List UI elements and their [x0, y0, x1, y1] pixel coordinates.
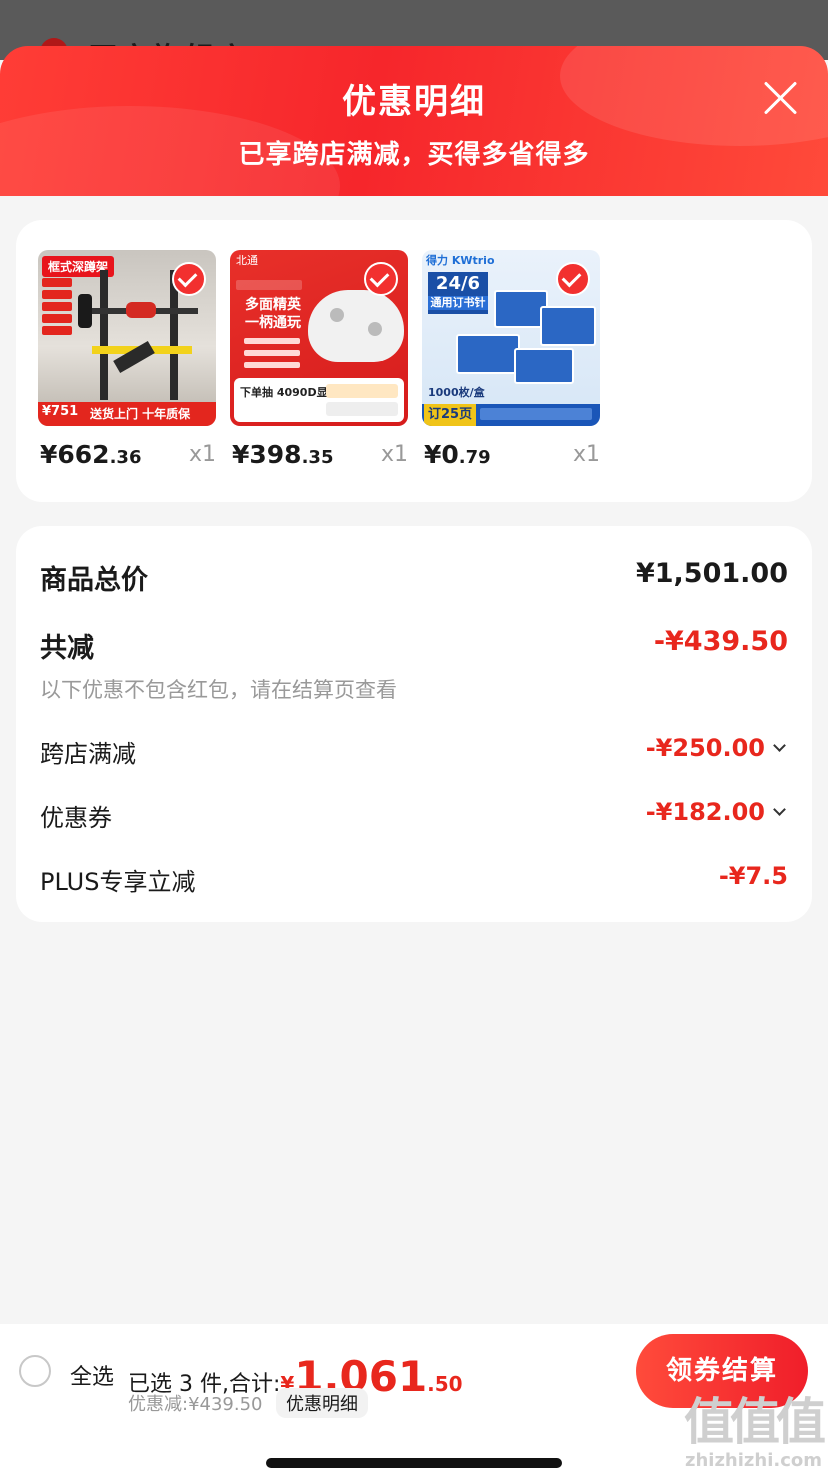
- checkout-bar: 全选 已选 3 件,合计:¥1,061.50 优惠减:¥439.50 优惠明细 …: [0, 1324, 828, 1483]
- watermark-logo: 值值值 zhizhizhi.com: [684, 1393, 826, 1471]
- discount-row-coupon[interactable]: 优惠券 -¥182.00: [40, 798, 788, 834]
- checked-icon[interactable]: [556, 262, 590, 296]
- product-image[interactable]: 框式深蹲架 ¥751 送货上门 十年质保: [38, 250, 216, 426]
- thumb-headline: 多面精英 一柄通玩: [245, 297, 301, 331]
- discount-summary: 优惠减:¥439.50: [128, 1394, 263, 1415]
- discount-label: 跨店满减: [40, 740, 136, 768]
- thumb-brand: 北通: [236, 254, 258, 267]
- discount-row-cross-store[interactable]: 跨店满减 -¥250.00: [40, 734, 788, 770]
- product-qty: x1: [380, 442, 408, 467]
- product-price: ¥398.35: [232, 440, 334, 469]
- thumb-spec: 24/6: [435, 273, 481, 294]
- product-qty: x1: [572, 442, 600, 467]
- select-all-label[interactable]: 全选: [70, 1359, 114, 1391]
- thumb-spec-sub: 通用订书针: [428, 296, 488, 310]
- total-price-label: 商品总价: [40, 565, 148, 596]
- thumb-band-slogan: 送货上门 十年质保: [90, 407, 191, 421]
- select-all-radio[interactable]: [19, 1355, 51, 1387]
- product-item[interactable]: 框式深蹲架 ¥751 送货上门 十年质保 ¥662.36 x1: [38, 250, 216, 469]
- discount-value: -¥250.00: [645, 734, 765, 762]
- thumb-brand: 得力 KWtrio: [426, 254, 495, 267]
- discount-label: 优惠券: [40, 804, 112, 832]
- discount-row-plus: PLUS专享立减 -¥7.5: [40, 862, 788, 898]
- product-price: ¥0.79: [424, 440, 491, 469]
- home-indicator[interactable]: [266, 1458, 562, 1468]
- product-price: ¥662.36: [40, 440, 142, 469]
- checked-icon[interactable]: [364, 262, 398, 296]
- thumb-foot: 订25页: [424, 404, 477, 426]
- product-qty: x1: [188, 442, 216, 467]
- total-price-value: ¥1,501.00: [635, 558, 788, 589]
- chevron-down-icon[interactable]: [773, 803, 786, 816]
- product-item[interactable]: 北通 多面精英 一柄通玩 下单抽 4090D显卡 ¥398.35 x1: [230, 250, 408, 469]
- product-list-card: 框式深蹲架 ¥751 送货上门 十年质保 ¥662.36 x1 北通 多面精英 …: [16, 220, 812, 502]
- checked-icon[interactable]: [172, 262, 206, 296]
- thumb-strip-text: 下单抽 4090D显卡: [240, 386, 339, 399]
- total-price-row: 商品总价 ¥1,501.00: [40, 558, 788, 598]
- price-summary-card: 商品总价 ¥1,501.00 共减 -¥439.50 以下优惠不包含红包，请在结…: [16, 526, 812, 922]
- product-image[interactable]: 得力 KWtrio 24/6 通用订书针 1000枚/盒 订25页: [422, 250, 600, 426]
- gamepad-image: [308, 290, 404, 362]
- product-item[interactable]: 得力 KWtrio 24/6 通用订书针 1000枚/盒 订25页 ¥0.79 x…: [422, 250, 600, 469]
- discount-detail-link[interactable]: 优惠明细: [276, 1388, 368, 1418]
- thumb-band-price: ¥751: [42, 404, 79, 419]
- close-icon[interactable]: [762, 80, 798, 116]
- discount-label: PLUS专享立减: [40, 868, 196, 896]
- chevron-down-icon[interactable]: [773, 739, 786, 752]
- total-reduce-label: 共减: [40, 633, 94, 664]
- discount-value: -¥182.00: [645, 798, 765, 826]
- thumb-count: 1000枚/盒: [428, 386, 485, 399]
- product-image[interactable]: 北通 多面精英 一柄通玩 下单抽 4090D显卡: [230, 250, 408, 426]
- discount-value: -¥7.5: [718, 862, 788, 890]
- total-reduce-row: 共减 -¥439.50: [40, 626, 788, 666]
- total-reduce-value: -¥439.50: [653, 626, 788, 657]
- discount-detail-header: 优惠明细 已享跨店满减，买得多省得多: [0, 46, 828, 196]
- sheet-title: 优惠明细: [342, 82, 486, 122]
- reduce-note: 以下优惠不包含红包，请在结算页查看: [40, 678, 397, 702]
- sheet-subtitle: 已享跨店满减，买得多省得多: [238, 140, 590, 170]
